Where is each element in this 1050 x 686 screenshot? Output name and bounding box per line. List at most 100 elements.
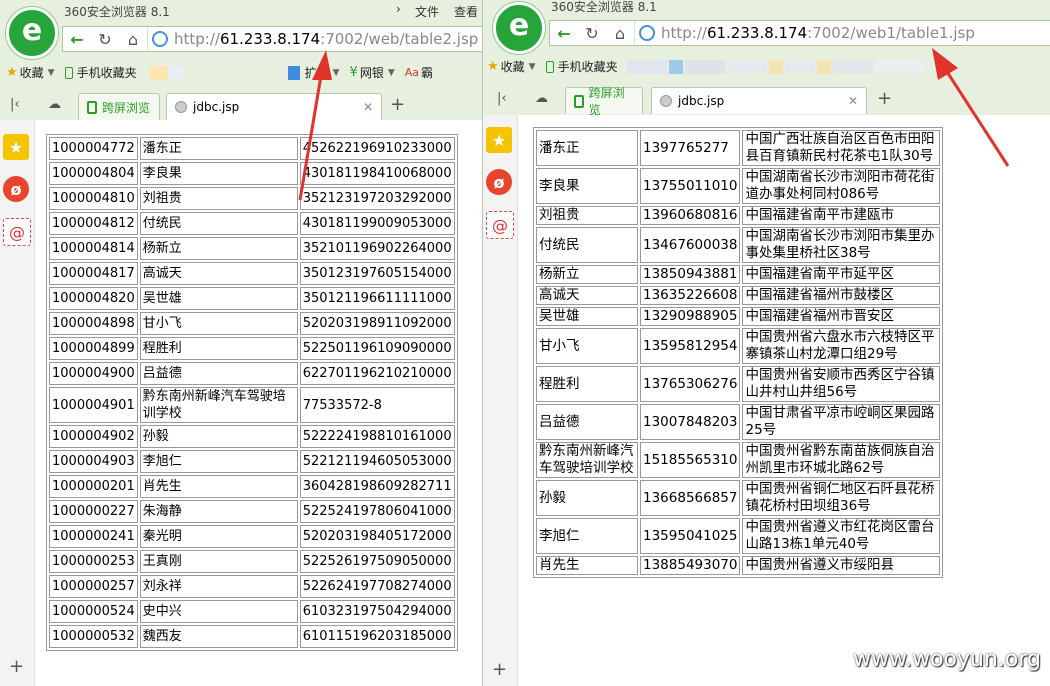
- page-icon: [175, 101, 187, 113]
- table-cell-addr: 中国贵州省铜仁地区石阡县花桥镇花桥村田坝组36号: [742, 480, 941, 516]
- sidebar-toggle-icon[interactable]: |‹: [10, 97, 20, 112]
- table-cell-phone: 13960680816: [640, 206, 741, 225]
- table-row: 1000004899 程胜利 522501196109090000: [49, 337, 455, 360]
- url-host: 61.233.8.174: [706, 24, 808, 42]
- logo-glyph: e: [508, 8, 530, 43]
- tab-bar: |‹ ☁ 跨屏浏览 jdbc.jsp ✕ +: [483, 86, 1050, 117]
- table-row: 1000004820 吴世雄 350121196611111000: [49, 287, 455, 310]
- menu-view[interactable]: 查看: [454, 3, 478, 20]
- favorites-star-icon[interactable]: ★: [3, 134, 29, 160]
- cloud-icon[interactable]: ☁: [535, 91, 548, 106]
- tab-cross-screen[interactable]: 跨屏浏览: [78, 93, 160, 120]
- phone-icon: [64, 66, 73, 79]
- new-tab-icon[interactable]: +: [390, 94, 405, 115]
- table-cell-id: 1000000253: [49, 550, 138, 573]
- add-icon[interactable]: +: [492, 659, 507, 680]
- weibo-icon[interactable]: ø: [486, 169, 512, 195]
- url-host: 61.233.8.174: [219, 30, 321, 48]
- phone-icon: [545, 60, 554, 73]
- table-cell-id: 1000004772: [49, 137, 138, 160]
- favorites-star-icon[interactable]: ★: [486, 127, 512, 153]
- table-cell-name: 甘小飞: [536, 328, 638, 364]
- table-cell-name: 杨新立: [536, 265, 638, 284]
- browser-logo[interactable]: e: [493, 2, 545, 54]
- table-row: 1000000253 王真刚 522526197509050000: [49, 550, 455, 573]
- table-row: 1000004810 刘祖贵 352123197203292000: [49, 187, 455, 210]
- back-arrow-icon[interactable]: ←: [550, 21, 578, 45]
- refresh-icon[interactable]: ↻: [578, 21, 606, 45]
- tab-jdbc[interactable]: jdbc.jsp ✕: [166, 93, 382, 120]
- table-cell-id: 1000004810: [49, 187, 138, 210]
- table-cell-name: 李旭仁: [536, 518, 638, 554]
- blurred-bookmark: [816, 59, 831, 74]
- table-cell-name: 李旭仁: [139, 450, 298, 473]
- bookmark-mobile[interactable]: 手机收藏夹: [77, 64, 137, 81]
- table-cell-addr: 中国贵州省六盘水市六枝特区平寨镇茶山村龙潭口组29号: [742, 328, 941, 364]
- close-icon[interactable]: ✕: [363, 100, 373, 114]
- url-input[interactable]: http://61.233.8.174:7002/web/table2.jsp: [147, 27, 482, 51]
- table-cell-name: 潘东正: [139, 137, 298, 160]
- home-icon[interactable]: ⌂: [606, 21, 634, 45]
- table-cell-addr: 中国福建省南平市延平区: [742, 265, 941, 284]
- blurred-bookmark: [832, 59, 873, 74]
- tab-cross-screen[interactable]: 跨屏浏览: [565, 86, 643, 117]
- right-browser-window: e 360安全浏览器 8.1 ← ↻ ⌂ http://61.233.8.174…: [482, 0, 1050, 686]
- mail-icon[interactable]: @: [486, 211, 514, 239]
- mail-icon[interactable]: @: [3, 218, 31, 246]
- url-input[interactable]: http://61.233.8.174:7002/web1/table1.jsp: [634, 21, 1050, 45]
- table-row: 1000004814 杨新立 352101196902264000: [49, 237, 455, 260]
- new-tab-icon[interactable]: +: [877, 88, 892, 109]
- bookmark-more[interactable]: 霸: [421, 64, 433, 81]
- bookmark-extensions[interactable]: 扩展: [305, 64, 329, 81]
- blurred-bookmark: [684, 59, 725, 74]
- weibo-icon[interactable]: ø: [3, 176, 29, 202]
- blurred-bookmark: [626, 59, 667, 74]
- chevron-down-icon[interactable]: ▼: [388, 68, 395, 78]
- phone-icon: [574, 94, 584, 108]
- close-icon[interactable]: ✕: [848, 94, 858, 108]
- sidebar-toggle-icon[interactable]: |‹: [497, 91, 507, 106]
- bookmark-favorites[interactable]: 收藏: [20, 64, 44, 81]
- bookmark-mobile[interactable]: 手机收藏夹: [558, 58, 618, 75]
- chevron-down-icon[interactable]: ▼: [529, 62, 536, 72]
- tab-label: jdbc.jsp: [678, 94, 725, 108]
- home-icon[interactable]: ⌂: [119, 27, 147, 51]
- table-cell-id: 1000004903: [49, 450, 138, 473]
- table-row: 1000004898 甘小飞 520203198911092000: [49, 312, 455, 335]
- table-cell-name: 程胜利: [536, 366, 638, 402]
- table-cell-name: 潘东正: [536, 130, 638, 166]
- app-title: 360安全浏览器 8.1: [64, 5, 170, 19]
- table-cell-name: 刘祖贵: [139, 187, 298, 210]
- table-cell-cid: 360428198609282711: [299, 475, 455, 498]
- table-cell-name: 高诚天: [139, 262, 298, 285]
- table-cell-id: 1000000227: [49, 500, 138, 523]
- chevron-down-icon[interactable]: ▼: [48, 68, 55, 78]
- table-cell-addr: 中国甘肃省平凉市崆峒区果园路25号: [742, 404, 941, 440]
- table-cell-name: 甘小飞: [139, 312, 298, 335]
- browser-logo[interactable]: e: [6, 7, 58, 59]
- add-icon[interactable]: +: [9, 656, 24, 677]
- tab-jdbc[interactable]: jdbc.jsp ✕: [651, 87, 867, 114]
- bookmark-bank[interactable]: 网银: [360, 64, 384, 81]
- chevron-down-icon[interactable]: ▼: [333, 68, 340, 78]
- url-protocol: http://: [174, 30, 220, 48]
- refresh-icon[interactable]: ↻: [91, 27, 119, 51]
- phone-icon: [87, 100, 97, 114]
- cloud-icon[interactable]: ☁: [48, 97, 61, 112]
- table-row: 李旭仁 13595041025 中国贵州省遵义市红花岗区雷台山路13栋1单元40号: [536, 518, 941, 554]
- table-row: 刘祖贵 13960680816 中国福建省南平市建瓯市: [536, 206, 941, 225]
- table-row: 1000004772 潘东正 452622196910233000: [49, 137, 455, 160]
- table-cell-cid: 430181199009053000: [299, 212, 455, 235]
- table-cell-name: 高诚天: [536, 286, 638, 305]
- globe-icon: [639, 25, 655, 41]
- chevron-right-icon[interactable]: ›: [396, 2, 401, 16]
- table-cell-name: 魏西友: [139, 625, 298, 648]
- blurred-bookmark: [726, 59, 767, 74]
- menu-file[interactable]: 文件: [415, 3, 439, 20]
- table-cell-name: 吕益德: [536, 404, 638, 440]
- table-cell-id: 1000004820: [49, 287, 138, 310]
- table-row: 甘小飞 13595812954 中国贵州省六盘水市六枝特区平寨镇茶山村龙潭口组29号: [536, 328, 941, 364]
- back-arrow-icon[interactable]: ←: [63, 27, 91, 51]
- bookmark-favorites[interactable]: 收藏: [501, 58, 525, 75]
- table-cell-name: 付统民: [536, 227, 638, 263]
